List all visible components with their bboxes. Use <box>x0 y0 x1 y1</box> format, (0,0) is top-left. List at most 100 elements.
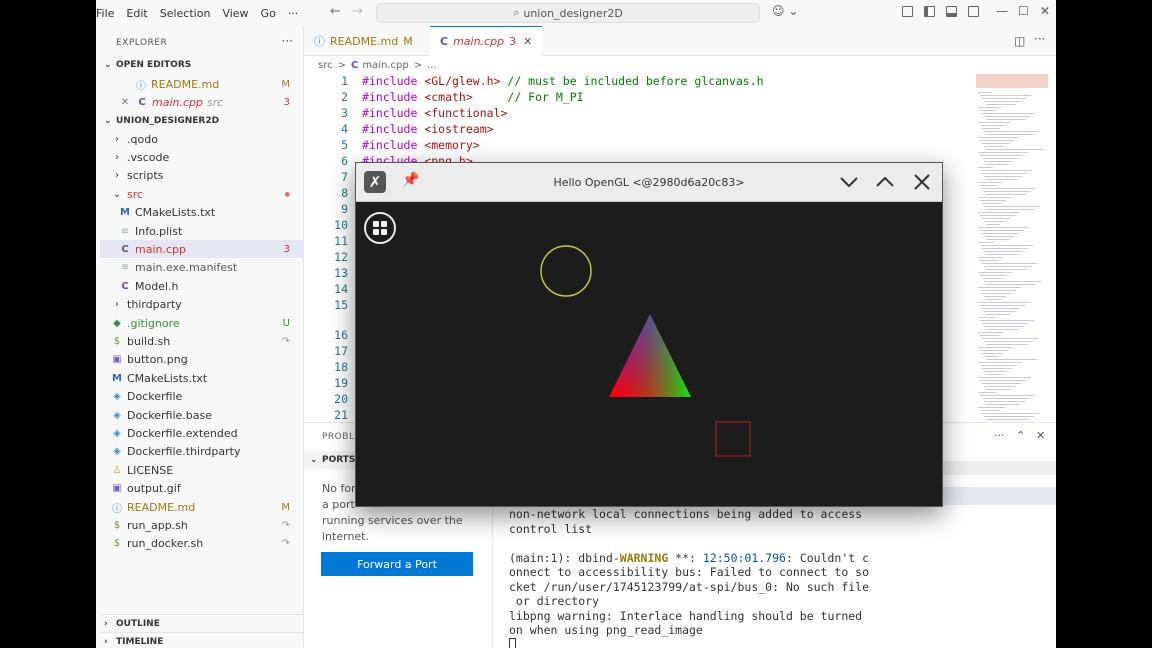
minimap-line <box>978 272 1012 273</box>
open-editors-label: OPEN EDITORS <box>116 60 192 70</box>
minimap-line <box>986 224 1000 225</box>
minimap-line <box>982 218 1010 219</box>
minimap-line <box>982 113 1035 114</box>
close-icon[interactable] <box>912 172 932 192</box>
tree-item[interactable]: ▣ output.gif <box>100 480 304 498</box>
open-editor-main-cpp[interactable]: ✕ C main.cpp src 3 <box>100 93 304 111</box>
minimap-line <box>978 257 1003 258</box>
timeline-header[interactable]: › TIMELINE <box>100 632 304 648</box>
info-icon: ⓘ <box>112 503 122 515</box>
split-editor-icon[interactable]: ◫ <box>1014 34 1025 48</box>
minimap-line <box>982 203 1001 204</box>
tree-item[interactable]: ◈ Dockerfile <box>100 388 304 406</box>
menu-edit[interactable]: Edit <box>120 7 153 20</box>
command-center[interactable]: ⌕ union_designer2D <box>376 3 760 23</box>
license-file-icon: ♙ <box>112 464 122 476</box>
minimap-line <box>982 368 1012 369</box>
toggle-panel-icon[interactable] <box>946 6 957 17</box>
breadcrumb-folder[interactable]: src <box>318 60 333 71</box>
line-number: 1 <box>341 74 348 88</box>
line-number: 18 <box>334 360 348 374</box>
minimap-line <box>982 413 1039 414</box>
project-header[interactable]: ⌄ UNION_DESIGNER2D <box>100 112 304 130</box>
more-actions-icon[interactable]: ··· <box>282 34 293 48</box>
tree-item[interactable]: ▣ button.png <box>100 351 304 369</box>
tree-item[interactable]: ◈ Dockerfile.extended <box>100 424 304 442</box>
maximize-icon[interactable]: ☐ <box>1018 4 1029 18</box>
minimap-line <box>984 326 1024 327</box>
line-number: 10 <box>334 218 348 232</box>
minimap-line <box>984 251 1023 252</box>
more-actions-icon[interactable]: ··· <box>1034 32 1045 46</box>
open-editor-readme[interactable]: ⓘ README.md M <box>100 75 304 93</box>
tree-item[interactable]: › .qodo <box>100 130 304 148</box>
terminal-line: on when using png_read_image <box>509 623 703 637</box>
customize-layout-icon[interactable] <box>902 6 913 17</box>
tree-item[interactable]: ⌄ src ● <box>100 185 304 203</box>
maximize-panel-icon[interactable]: ⌃ <box>1016 429 1025 442</box>
menu-more[interactable]: ··· <box>282 7 305 20</box>
tree-item[interactable]: ◆ .gitignore U <box>100 314 304 332</box>
tree-item[interactable]: › scripts <box>100 167 304 185</box>
terminal-line: or directory <box>509 594 600 608</box>
forward-arrow-icon[interactable]: → <box>352 4 363 19</box>
minimap-line <box>978 377 1031 378</box>
tree-item[interactable]: M CMakeLists.txt <box>100 369 304 387</box>
tab-main-cpp[interactable]: C main.cpp 3 ✕ <box>430 26 543 56</box>
tab-readme[interactable]: ⓘ README.md M <box>304 26 423 56</box>
close-editor-icon[interactable]: ✕ <box>118 97 132 108</box>
tree-item[interactable]: ♙ LICENSE <box>100 461 304 479</box>
maximize-icon[interactable] <box>875 172 895 192</box>
toggle-sidebar-icon[interactable] <box>924 6 935 17</box>
tree-item[interactable]: ⓘ README.md M <box>100 498 304 516</box>
close-tab-icon[interactable]: ✕ <box>523 35 532 48</box>
tree-item[interactable]: $ run_app.sh ↷ <box>100 516 304 534</box>
tree-item[interactable]: C Model.h <box>100 277 304 295</box>
minimap-line <box>986 134 1034 135</box>
more-actions-icon[interactable]: ··· <box>994 429 1005 442</box>
open-editors-header[interactable]: ⌄ OPEN EDITORS <box>100 56 304 74</box>
minimap-slider[interactable] <box>976 74 1048 88</box>
menu-go[interactable]: Go <box>255 7 282 20</box>
menu-view[interactable]: View <box>216 7 254 20</box>
tree-item[interactable]: ≡ Info.plist <box>100 222 304 240</box>
tree-item-badge: ● <box>284 190 290 198</box>
menu-file[interactable]: File <box>96 7 120 20</box>
open-editor-label: main.cpp <box>152 95 203 109</box>
tree-item[interactable]: › thirdparty <box>100 296 304 314</box>
breadcrumb: src > C main.cpp > ... <box>304 56 1056 74</box>
tree-item[interactable]: ◈ Dockerfile.base <box>100 406 304 424</box>
close-panel-icon[interactable]: ✕ <box>1036 429 1045 442</box>
toggle-secondary-sidebar-icon[interactable] <box>968 6 979 17</box>
minimap[interactable] <box>974 74 1054 422</box>
minimap-line <box>986 194 1026 195</box>
tree-item[interactable]: ◈ Dockerfile.thirdparty <box>100 443 304 461</box>
tree-item[interactable]: › .vscode <box>100 148 304 166</box>
minimap-line <box>986 314 1010 315</box>
menu-selection[interactable]: Selection <box>154 7 217 20</box>
tree-item[interactable]: ≡ main.exe.manifest <box>100 259 304 277</box>
minimap-line <box>982 188 1036 189</box>
code-token: #include <box>362 106 418 120</box>
terminal-token: 12:50:01.796 <box>702 550 786 565</box>
copilot-icon[interactable]: ☺ ⌄ <box>772 4 798 18</box>
minimap-line <box>984 341 1033 342</box>
tree-item[interactable]: Cmain.cpp 3 <box>100 240 304 259</box>
forward-port-button[interactable]: Forward a Port <box>321 552 473 576</box>
outline-header[interactable]: › OUTLINE <box>100 614 304 632</box>
breadcrumb-more[interactable]: ... <box>427 60 437 71</box>
opengl-canvas[interactable] <box>356 202 942 506</box>
tree-item[interactable]: $ build.sh ↷ <box>100 332 304 350</box>
close-icon[interactable]: ✕ <box>1040 4 1050 18</box>
opengl-title-bar[interactable]: ✗ 📌 Hello OpenGL <@2980d6a20c83> <box>356 163 942 202</box>
tree-item[interactable]: $ run_docker.sh ↷ <box>100 535 304 553</box>
terminal-line: onnect to accessibility bus: Failed to c… <box>509 565 870 579</box>
chevron-down-icon: ⌄ <box>112 188 122 200</box>
back-arrow-icon[interactable]: ← <box>330 4 341 19</box>
minimize-icon[interactable]: — <box>996 4 1008 18</box>
minimap-line <box>986 344 1028 345</box>
breadcrumb-file[interactable]: main.cpp <box>362 60 408 71</box>
tree-item[interactable]: M CMakeLists.txt <box>100 204 304 222</box>
circle-shape <box>540 245 592 297</box>
minimize-icon[interactable] <box>839 172 859 192</box>
